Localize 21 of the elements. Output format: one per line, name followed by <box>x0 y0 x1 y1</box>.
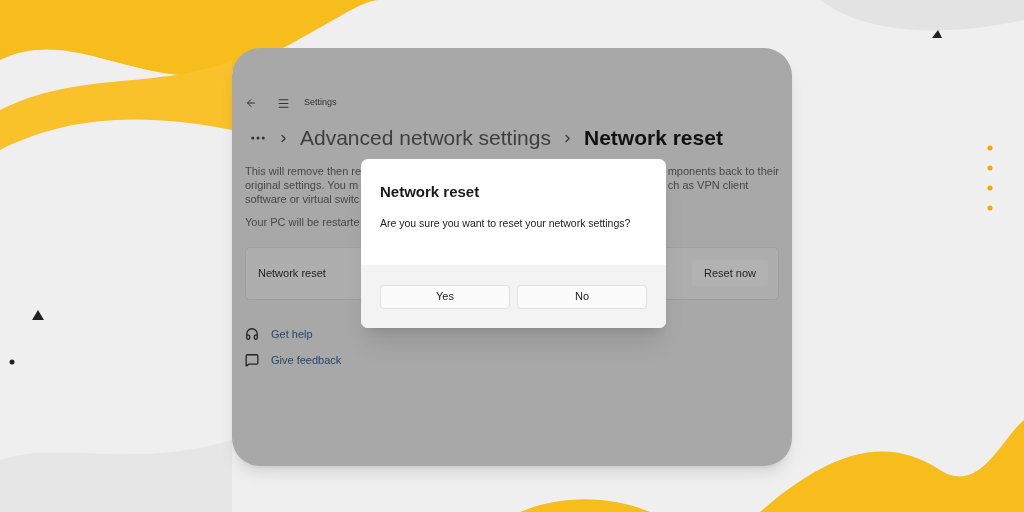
breadcrumb-item[interactable]: Advanced network settings <box>300 122 551 154</box>
help-icon <box>245 326 259 341</box>
help-link[interactable]: Give feedback <box>271 352 342 369</box>
dialog-title: Network reset <box>380 182 481 202</box>
card-label: Network reset <box>258 265 326 281</box>
description-text: software or virtual switc <box>245 192 361 206</box>
description-text: ch as VPN client <box>667 178 750 192</box>
back-icon[interactable] <box>245 97 257 109</box>
dialog-button[interactable]: No <box>517 284 647 309</box>
reset-now-button[interactable]: Reset now <box>692 260 768 286</box>
dialog-message: Are you sure you want to reset your network settings? <box>380 215 632 231</box>
restart-note: Your PC will be restarte <box>245 216 360 228</box>
help-link[interactable]: Get help <box>271 325 313 342</box>
window-title: Settings <box>304 96 337 110</box>
dialog-button[interactable]: Yes <box>380 284 510 309</box>
description-text: mponents back to their <box>667 164 779 178</box>
description-text: original settings. You m <box>245 178 360 192</box>
feedback-icon <box>245 353 259 368</box>
description-text: This will remove then re <box>245 164 363 178</box>
menu-icon[interactable] <box>277 96 290 110</box>
breadcrumb-item: Network reset <box>584 125 723 152</box>
